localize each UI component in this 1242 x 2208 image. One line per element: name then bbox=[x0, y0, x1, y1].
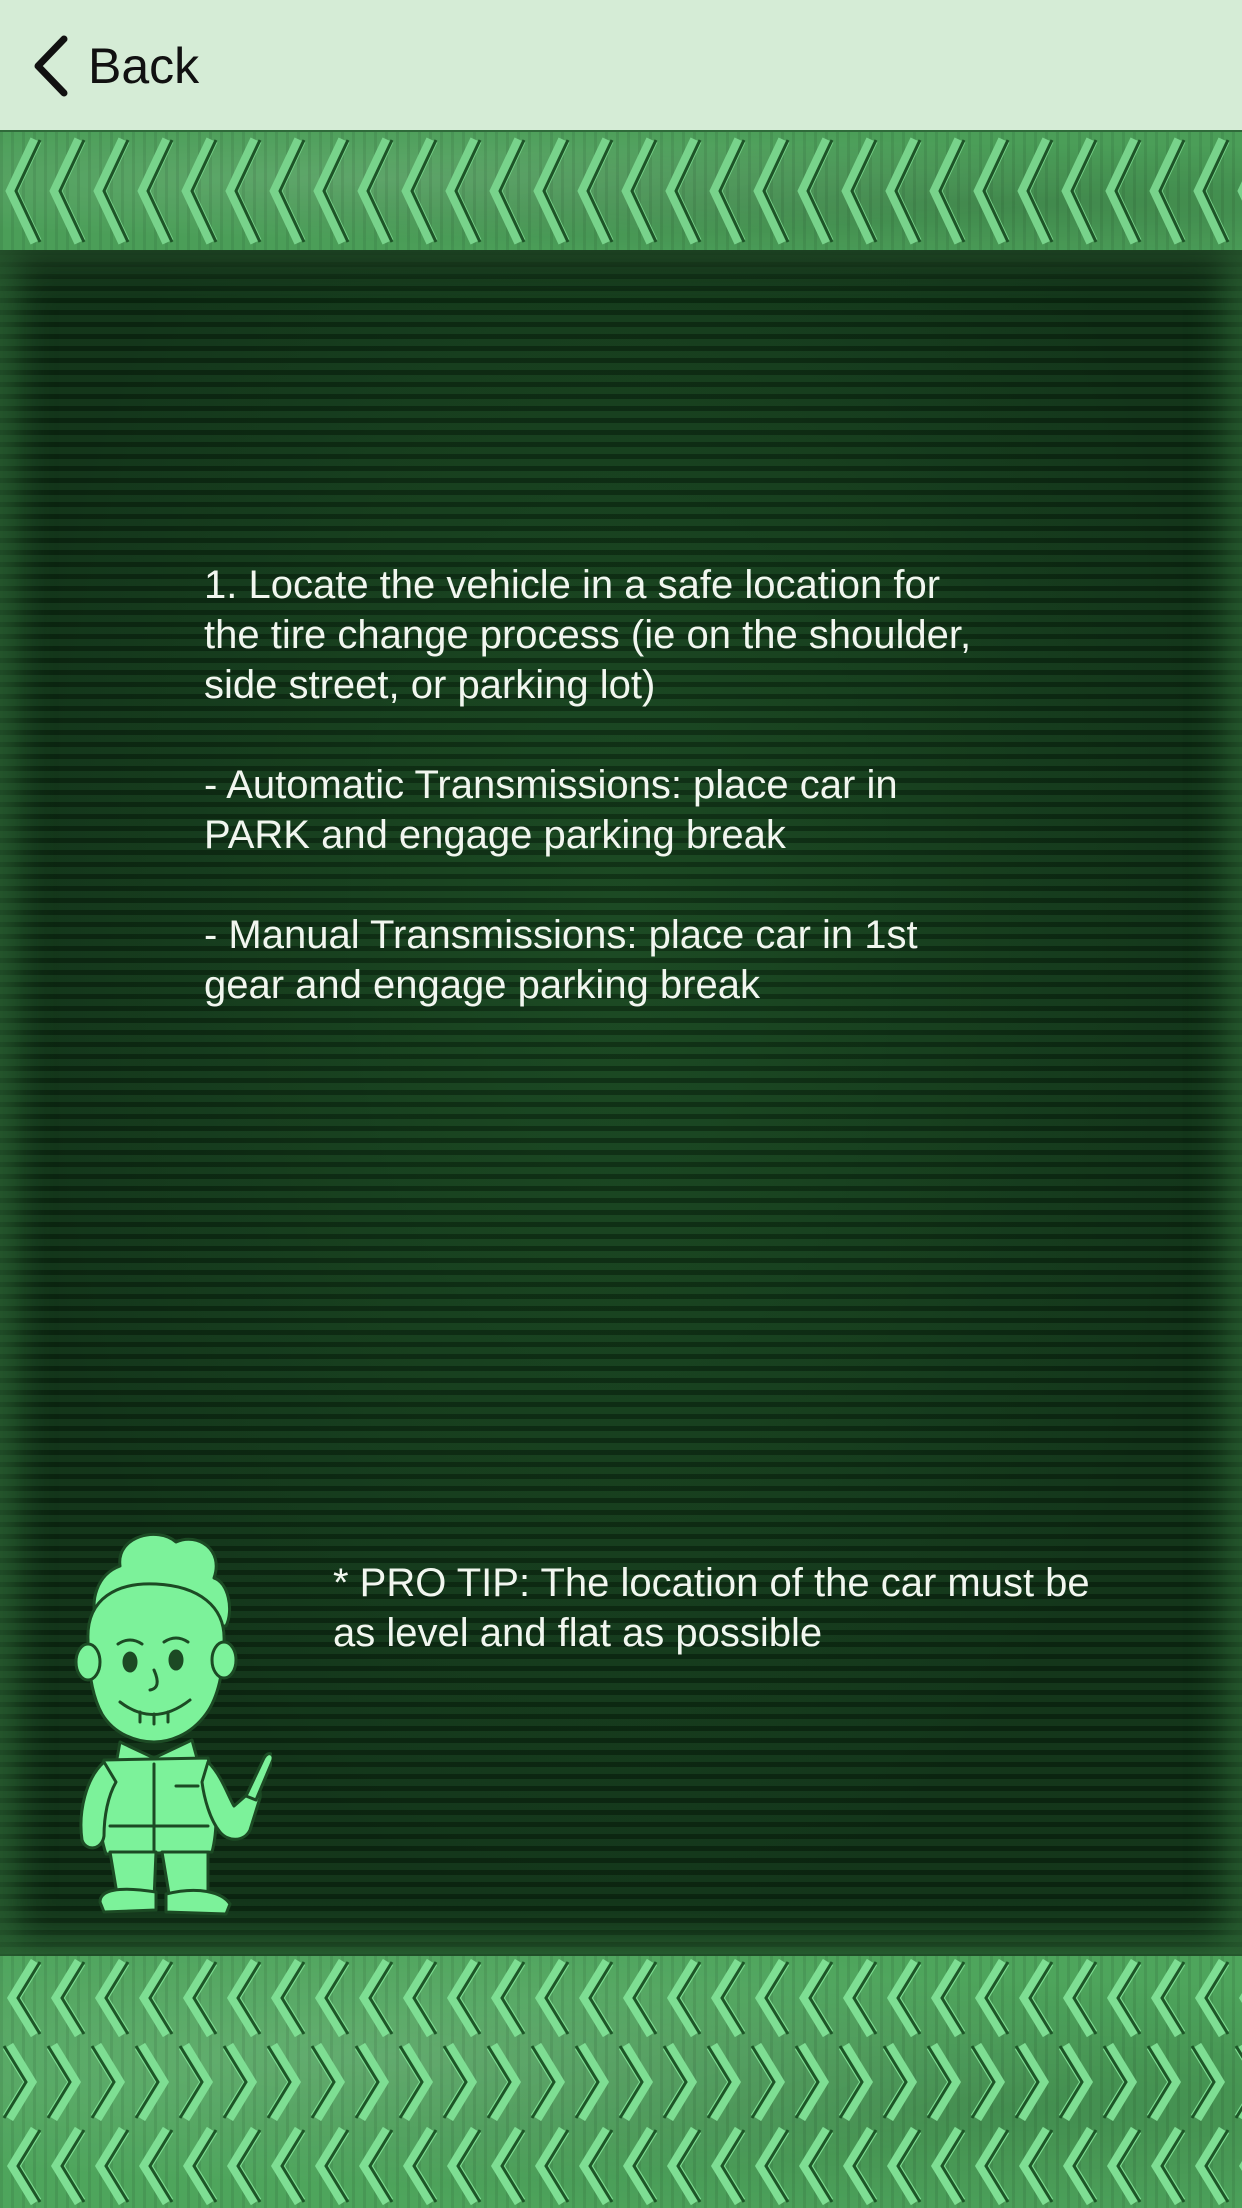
tread-banner-bottom bbox=[0, 1956, 1242, 2208]
step-instructions: 1. Locate the vehicle in a safe location… bbox=[204, 563, 972, 1007]
back-button[interactable]: Back bbox=[30, 30, 199, 102]
chevron-left-icon bbox=[34, 35, 68, 97]
tread-banner-top bbox=[0, 132, 1242, 250]
navigation-bar: Back bbox=[0, 0, 1242, 132]
mascot-illustration bbox=[74, 1532, 272, 1916]
pro-tip: * PRO TIP: The location of the car must … bbox=[333, 1561, 1090, 1655]
back-label: Back bbox=[88, 38, 200, 94]
instruction-screen: 1. Locate the vehicle in a safe location… bbox=[0, 250, 1242, 1956]
